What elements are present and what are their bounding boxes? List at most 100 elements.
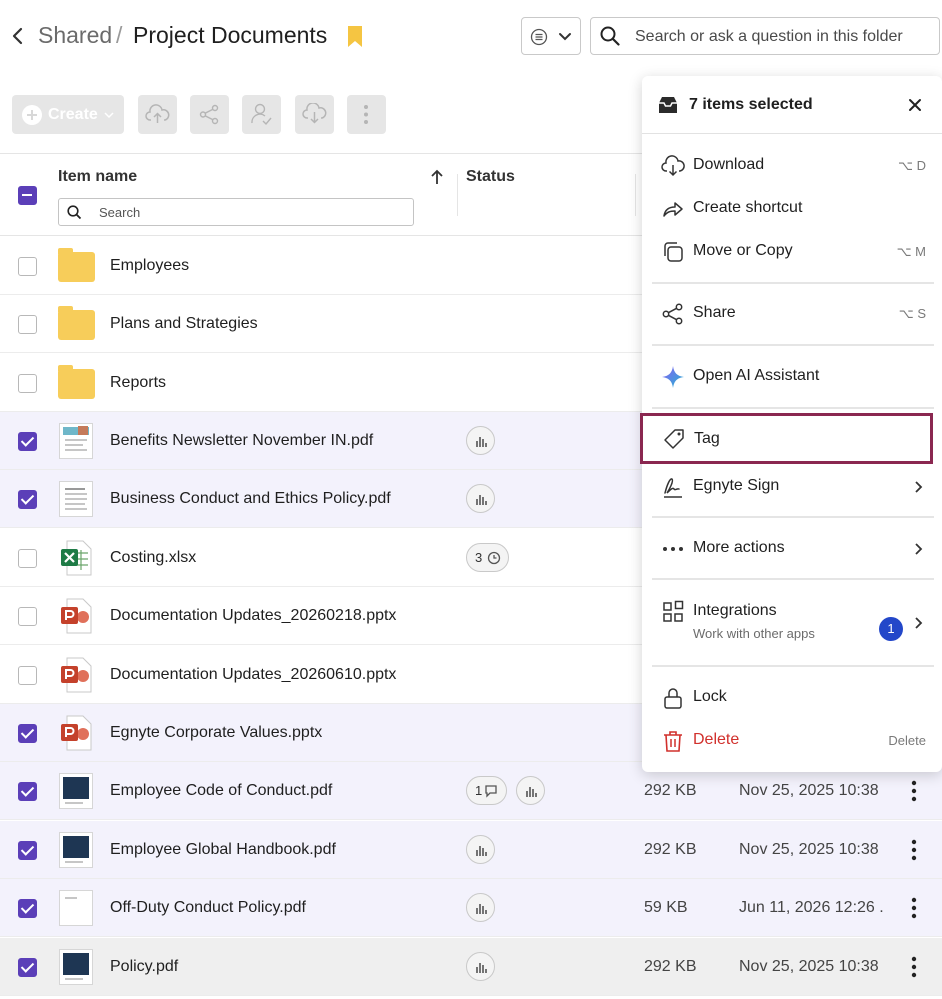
- row-checkbox[interactable]: [18, 490, 37, 509]
- create-label: Create: [48, 106, 98, 123]
- row-checkbox[interactable]: [18, 549, 37, 568]
- sort-ascending-icon[interactable]: [429, 168, 445, 186]
- versions-pill[interactable]: 3: [466, 543, 509, 572]
- bar-chart-icon: [476, 495, 487, 505]
- comment-icon: [485, 785, 497, 798]
- menu-item-create-shortcut[interactable]: Create shortcut: [642, 187, 942, 230]
- folder-search-input[interactable]: Search or ask a question in this folder: [590, 17, 940, 55]
- download-button[interactable]: [295, 95, 334, 134]
- row-menu-icon[interactable]: [906, 955, 922, 979]
- row-checkbox[interactable]: [18, 724, 37, 743]
- menu-item-label: Share: [693, 304, 736, 321]
- row-menu-icon[interactable]: [906, 838, 922, 862]
- activity-pill[interactable]: [516, 776, 545, 805]
- item-name[interactable]: Off-Duty Conduct Policy.pdf: [110, 899, 306, 917]
- pdf-thumbnail-icon: [57, 423, 95, 459]
- menu-item-integrations[interactable]: Integrations Work with other apps 1: [642, 590, 942, 656]
- row-checkbox[interactable]: [18, 374, 37, 393]
- close-icon[interactable]: [908, 98, 922, 112]
- menu-divider: [652, 282, 934, 284]
- create-button[interactable]: Create: [12, 95, 124, 134]
- row-checkbox[interactable]: [18, 315, 37, 334]
- menu-item-share[interactable]: Share ⌥ S: [642, 292, 942, 335]
- item-name[interactable]: Benefits Newsletter November IN.pdf: [110, 432, 373, 450]
- activity-pill[interactable]: [466, 426, 495, 455]
- row-checkbox[interactable]: [18, 899, 37, 918]
- integrations-grid-icon: [663, 600, 684, 622]
- menu-item-more-actions[interactable]: More actions: [642, 527, 942, 570]
- column-status[interactable]: Status: [466, 168, 515, 186]
- table-row[interactable]: Off-Duty Conduct Policy.pdf 59 KB Jun 11…: [0, 879, 942, 937]
- back-chevron-icon[interactable]: [8, 24, 28, 48]
- column-item-name[interactable]: Item name: [58, 168, 137, 186]
- table-row[interactable]: Employee Global Handbook.pdf 292 KB Nov …: [0, 821, 942, 879]
- view-options-button[interactable]: [521, 17, 581, 55]
- breadcrumb-shared[interactable]: Shared: [38, 22, 112, 49]
- pdf-thumbnail-icon: [57, 481, 95, 517]
- menu-item-download[interactable]: Download ⌥ D: [642, 144, 942, 187]
- item-date: Nov 25, 2025 10:38: [739, 958, 879, 975]
- share-icon: [199, 104, 219, 125]
- cloud-download-icon: [302, 103, 327, 124]
- item-name[interactable]: Policy.pdf: [110, 958, 178, 976]
- item-size: 292 KB: [644, 782, 697, 799]
- menu-item-egnyte-sign[interactable]: Egnyte Sign: [642, 465, 942, 508]
- comments-pill[interactable]: 1: [466, 776, 507, 805]
- plus-icon: [22, 105, 42, 125]
- more-toolbar-button[interactable]: [347, 95, 386, 134]
- row-menu-icon[interactable]: [906, 896, 922, 920]
- item-name[interactable]: Plans and Strategies: [110, 315, 258, 333]
- row-checkbox[interactable]: [18, 841, 37, 860]
- item-name[interactable]: Employees: [110, 257, 189, 275]
- lock-icon: [664, 688, 682, 709]
- breadcrumb-separator: /: [116, 22, 123, 48]
- notification-badge: 1: [879, 617, 903, 641]
- bar-chart-icon: [526, 787, 537, 797]
- table-row[interactable]: Policy.pdf 292 KB Nov 25, 2025 10:38: [0, 938, 942, 996]
- item-name[interactable]: Costing.xlsx: [110, 549, 196, 567]
- menu-item-delete[interactable]: Delete Delete: [642, 719, 942, 762]
- list-view-icon: [530, 28, 548, 46]
- row-checkbox[interactable]: [18, 432, 37, 451]
- menu-divider: [652, 407, 934, 409]
- menu-divider: [652, 578, 934, 580]
- row-checkbox[interactable]: [18, 607, 37, 626]
- row-checkbox[interactable]: [18, 257, 37, 276]
- upload-button[interactable]: [138, 95, 177, 134]
- menu-divider: [652, 665, 934, 667]
- search-placeholder: Search or ask a question in this folder: [635, 28, 903, 45]
- menu-item-move-copy[interactable]: Move or Copy ⌥ M: [642, 230, 942, 273]
- menu-item-label: Lock: [693, 688, 727, 705]
- row-checkbox[interactable]: [18, 958, 37, 977]
- row-menu-icon[interactable]: [906, 779, 922, 803]
- assign-button[interactable]: [242, 95, 281, 134]
- row-checkbox[interactable]: [18, 782, 37, 801]
- item-name[interactable]: Documentation Updates_20260610.pptx: [110, 666, 396, 684]
- menu-item-label: Tag: [694, 430, 720, 447]
- item-name[interactable]: Reports: [110, 374, 166, 392]
- name-filter-input[interactable]: Search: [58, 198, 414, 226]
- item-name[interactable]: Employee Code of Conduct.pdf: [110, 782, 332, 800]
- row-checkbox[interactable]: [18, 666, 37, 685]
- header: Shared / Project Documents Search or ask…: [0, 0, 942, 75]
- item-name[interactable]: Business Conduct and Ethics Policy.pdf: [110, 490, 391, 508]
- bar-chart-icon: [476, 963, 487, 973]
- share-button[interactable]: [190, 95, 229, 134]
- activity-pill[interactable]: [466, 952, 495, 981]
- item-date: Jun 11, 2026 12:26 .: [739, 899, 884, 916]
- item-name[interactable]: Documentation Updates_20260218.pptx: [110, 607, 396, 625]
- menu-item-sublabel: Work with other apps: [693, 626, 815, 641]
- activity-pill[interactable]: [466, 893, 495, 922]
- menu-item-ai-assistant[interactable]: Open AI Assistant: [642, 355, 942, 398]
- bookmark-icon[interactable]: [346, 25, 364, 49]
- activity-pill[interactable]: [466, 835, 495, 864]
- select-all-checkbox[interactable]: [18, 186, 37, 205]
- chevron-down-icon: [559, 33, 571, 41]
- version-count: 3: [475, 550, 483, 565]
- menu-item-lock[interactable]: Lock: [642, 676, 942, 719]
- menu-item-tag[interactable]: Tag: [640, 413, 933, 464]
- item-name[interactable]: Egnyte Corporate Values.pptx: [110, 724, 322, 742]
- activity-pill[interactable]: [466, 484, 495, 513]
- item-name[interactable]: Employee Global Handbook.pdf: [110, 841, 336, 859]
- shortcut-hint: ⌥ S: [898, 306, 926, 321]
